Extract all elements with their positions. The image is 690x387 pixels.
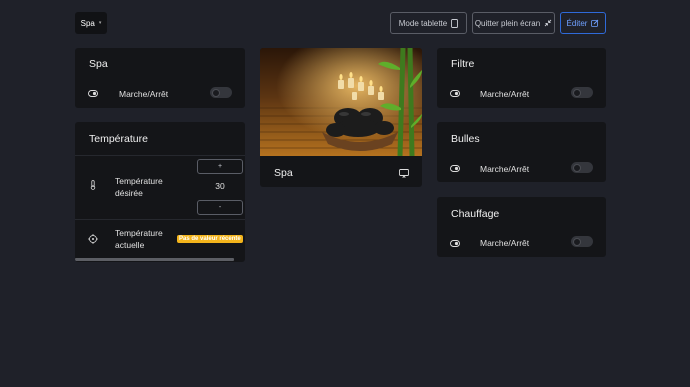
label-line: Température bbox=[115, 228, 163, 238]
crosshair-icon bbox=[88, 234, 98, 244]
desired-temperature-value: 30 bbox=[215, 181, 225, 191]
label-line: actuelle bbox=[115, 240, 145, 250]
bulles-card: Bulles Marche/Arrêt bbox=[437, 122, 606, 182]
tablet-icon bbox=[451, 18, 459, 28]
row-label: Marche/Arrêt bbox=[480, 89, 530, 99]
scrollbar[interactable] bbox=[75, 258, 234, 261]
toggle-switch-icon bbox=[450, 238, 460, 248]
row-label: Marche/Arrêt bbox=[480, 164, 530, 174]
edit-icon bbox=[591, 19, 599, 27]
thermometer-icon bbox=[88, 180, 98, 190]
toggle-switch-icon bbox=[450, 163, 460, 173]
tablet-mode-label: Mode tablette bbox=[398, 18, 448, 28]
card-title: Chauffage bbox=[451, 208, 500, 220]
chauffage-toggle[interactable] bbox=[571, 236, 593, 247]
spa-picture bbox=[260, 48, 422, 156]
edit-button[interactable]: Éditer bbox=[560, 12, 606, 34]
chevron-down-icon: ▾ bbox=[98, 20, 102, 26]
spa-card: Spa Marche/Arrêt bbox=[75, 48, 245, 108]
divider bbox=[75, 219, 245, 220]
spa-toggle[interactable] bbox=[210, 87, 232, 98]
exit-fullscreen-label: Quitter plein écran bbox=[474, 18, 541, 28]
desired-temperature-label: Température désirée bbox=[115, 175, 163, 199]
exit-fullscreen-button[interactable]: Quitter plein écran bbox=[472, 12, 555, 34]
increment-button[interactable]: + bbox=[197, 159, 243, 174]
row-label: Marche/Arrêt bbox=[480, 238, 530, 248]
exit-fullscreen-icon bbox=[544, 19, 552, 27]
toggle-switch-icon bbox=[88, 88, 98, 98]
current-temperature-label: Température actuelle bbox=[115, 227, 163, 251]
page-select-label: Spa bbox=[80, 18, 95, 28]
temperature-card: Température Température désirée + 30 - T… bbox=[75, 122, 245, 262]
filtre-card: Filtre Marche/Arrêt bbox=[437, 48, 606, 108]
decrement-button[interactable]: - bbox=[197, 200, 243, 215]
spa-image-card[interactable]: Spa bbox=[260, 48, 422, 187]
card-title: Température bbox=[89, 133, 148, 145]
card-title: Spa bbox=[274, 167, 293, 179]
edit-label: Éditer bbox=[566, 18, 588, 28]
cast-icon[interactable] bbox=[399, 168, 409, 178]
label-line: Température bbox=[115, 176, 163, 186]
label-line: désirée bbox=[115, 188, 143, 198]
toggle-switch-icon bbox=[450, 88, 460, 98]
no-recent-value-badge: Pas de valeur récente bbox=[177, 235, 243, 243]
page-select-button[interactable]: Spa ▾ bbox=[75, 12, 107, 34]
tablet-mode-button[interactable]: Mode tablette bbox=[390, 12, 467, 34]
card-title: Spa bbox=[89, 58, 108, 70]
chauffage-card: Chauffage Marche/Arrêt bbox=[437, 197, 606, 257]
row-label: Marche/Arrêt bbox=[119, 89, 169, 99]
card-title: Bulles bbox=[451, 133, 480, 145]
filtre-toggle[interactable] bbox=[571, 87, 593, 98]
card-title: Filtre bbox=[451, 58, 475, 70]
divider bbox=[75, 155, 245, 156]
bulles-toggle[interactable] bbox=[571, 162, 593, 173]
